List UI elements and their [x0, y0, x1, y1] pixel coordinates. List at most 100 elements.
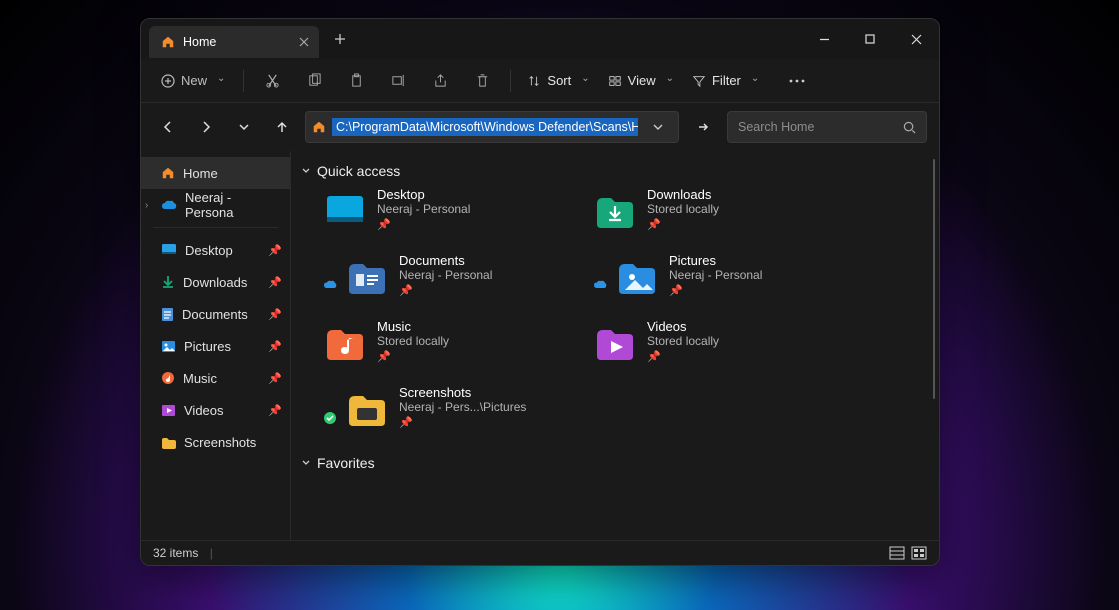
item-title: Music: [377, 319, 449, 334]
active-tab[interactable]: Home: [149, 26, 319, 58]
quick-access-music[interactable]: MusicStored locally 📌: [323, 317, 583, 383]
maximize-button[interactable]: [847, 19, 893, 59]
folder-icon: [345, 389, 389, 429]
download-icon: [161, 275, 175, 289]
copy-button[interactable]: [296, 64, 332, 98]
address-path[interactable]: C:\ProgramData\Microsoft\Windows Defende…: [332, 118, 638, 136]
toolbar: New Sort View Filter: [141, 59, 939, 103]
close-tab-button[interactable]: [299, 37, 309, 47]
back-button[interactable]: [153, 112, 183, 142]
onedrive-icon: [161, 199, 177, 211]
quick-access-pictures[interactable]: PicturesNeeraj - Personal 📌: [593, 251, 853, 317]
desktop-icon: [323, 191, 367, 231]
favorites-header[interactable]: Favorites: [301, 455, 935, 471]
filter-icon: [692, 74, 706, 88]
sidebar-item-neeraj-persona[interactable]: ›Neeraj - Persona: [141, 189, 290, 221]
quick-access-screenshots[interactable]: ScreenshotsNeeraj - Pers...\Pictures📌: [323, 383, 853, 449]
share-button[interactable]: [422, 64, 458, 98]
details-view-button[interactable]: [889, 546, 905, 560]
go-button[interactable]: [687, 111, 719, 143]
quick-access-header[interactable]: Quick access: [301, 163, 935, 179]
item-subtitle: Stored locally: [647, 202, 719, 216]
search-icon: [903, 121, 916, 134]
window-controls: [801, 19, 939, 59]
sidebar-item-label: Neeraj - Persona: [185, 190, 280, 220]
sidebar-item-downloads[interactable]: Downloads 📌: [141, 266, 290, 298]
pin-icon: 📌: [268, 404, 282, 417]
music-icon: [323, 323, 367, 363]
address-bar[interactable]: C:\ProgramData\Microsoft\Windows Defende…: [305, 111, 679, 143]
item-subtitle: Neeraj - Personal: [399, 268, 492, 282]
pin-icon: 📌: [647, 218, 719, 231]
sidebar-item-screenshots[interactable]: Screenshots: [141, 426, 290, 458]
sidebar-item-pictures[interactable]: Pictures📌: [141, 330, 290, 362]
status-bar: 32 items |: [141, 540, 939, 565]
filter-button[interactable]: Filter: [686, 69, 765, 92]
sidebar-item-label: Downloads: [183, 275, 247, 290]
cloud-icon: [323, 279, 337, 293]
pin-icon: 📌: [377, 350, 449, 363]
rename-button[interactable]: [380, 64, 416, 98]
quick-access-grid: DesktopNeeraj - Personal📌DownloadsStored…: [323, 185, 935, 449]
pin-icon: 📌: [268, 244, 282, 257]
quick-access-downloads[interactable]: DownloadsStored locally📌: [593, 185, 853, 251]
search-placeholder: Search Home: [738, 120, 814, 134]
close-window-button[interactable]: [893, 19, 939, 59]
new-button[interactable]: New: [153, 69, 233, 92]
item-subtitle: Stored locally: [377, 334, 449, 348]
item-subtitle: Stored locally: [647, 334, 719, 348]
pin-icon: 📌: [268, 276, 282, 289]
sidebar-item-documents[interactable]: Documents📌: [141, 298, 290, 330]
home-icon: [312, 120, 326, 134]
up-button[interactable]: [267, 112, 297, 142]
home-icon: [161, 166, 175, 180]
scrollbar[interactable]: [933, 159, 935, 399]
delete-button[interactable]: [464, 64, 500, 98]
new-tab-button[interactable]: [323, 22, 357, 56]
chevron-down-icon: [301, 166, 311, 176]
icons-view-button[interactable]: [911, 546, 927, 560]
item-title: Screenshots: [399, 385, 526, 400]
sidebar-item-label: Screenshots: [184, 435, 256, 450]
sidebar-item-home[interactable]: Home: [141, 157, 290, 189]
desktop-icon: [161, 243, 177, 257]
plus-circle-icon: [161, 74, 175, 88]
document-icon: [345, 257, 389, 297]
video-icon: [593, 323, 637, 363]
forward-button[interactable]: [191, 112, 221, 142]
quick-access-desktop[interactable]: DesktopNeeraj - Personal 📌: [323, 185, 583, 251]
item-title: Pictures: [669, 253, 762, 268]
view-button[interactable]: View: [602, 69, 680, 92]
sidebar-item-desktop[interactable]: Desktop📌: [141, 234, 290, 266]
quick-access-videos[interactable]: VideosStored locally📌: [593, 317, 853, 383]
sidebar-item-music[interactable]: Music📌: [141, 362, 290, 394]
pin-icon: 📌: [268, 340, 282, 353]
quick-access-label: Quick access: [317, 163, 400, 179]
pin-icon: 📌: [268, 372, 282, 385]
video-icon: [161, 404, 176, 417]
sort-button[interactable]: Sort: [521, 69, 595, 92]
sidebar-item-label: Home: [183, 166, 218, 181]
tab-title: Home: [183, 35, 216, 49]
quick-access-documents[interactable]: DocumentsNeeraj - Personal📌: [323, 251, 583, 317]
sort-label: Sort: [547, 73, 571, 88]
pin-icon: 📌: [669, 284, 762, 297]
item-title: Desktop: [377, 187, 470, 202]
item-subtitle: Neeraj - Personal: [377, 202, 470, 216]
sidebar-item-videos[interactable]: Videos📌: [141, 394, 290, 426]
address-history-button[interactable]: [644, 112, 672, 142]
more-button[interactable]: [779, 64, 815, 98]
sort-icon: [527, 74, 541, 88]
search-input[interactable]: Search Home: [727, 111, 927, 143]
nav-row: C:\ProgramData\Microsoft\Windows Defende…: [141, 103, 939, 151]
item-subtitle: Neeraj - Personal: [669, 268, 762, 282]
pin-icon: 📌: [377, 218, 470, 231]
cut-button[interactable]: [254, 64, 290, 98]
sync-ok-icon: [323, 411, 337, 425]
minimize-button[interactable]: [801, 19, 847, 59]
picture-icon: [615, 257, 659, 297]
recent-button[interactable]: [229, 112, 259, 142]
pin-icon: 📌: [399, 284, 492, 297]
paste-button[interactable]: [338, 64, 374, 98]
filter-label: Filter: [712, 73, 741, 88]
